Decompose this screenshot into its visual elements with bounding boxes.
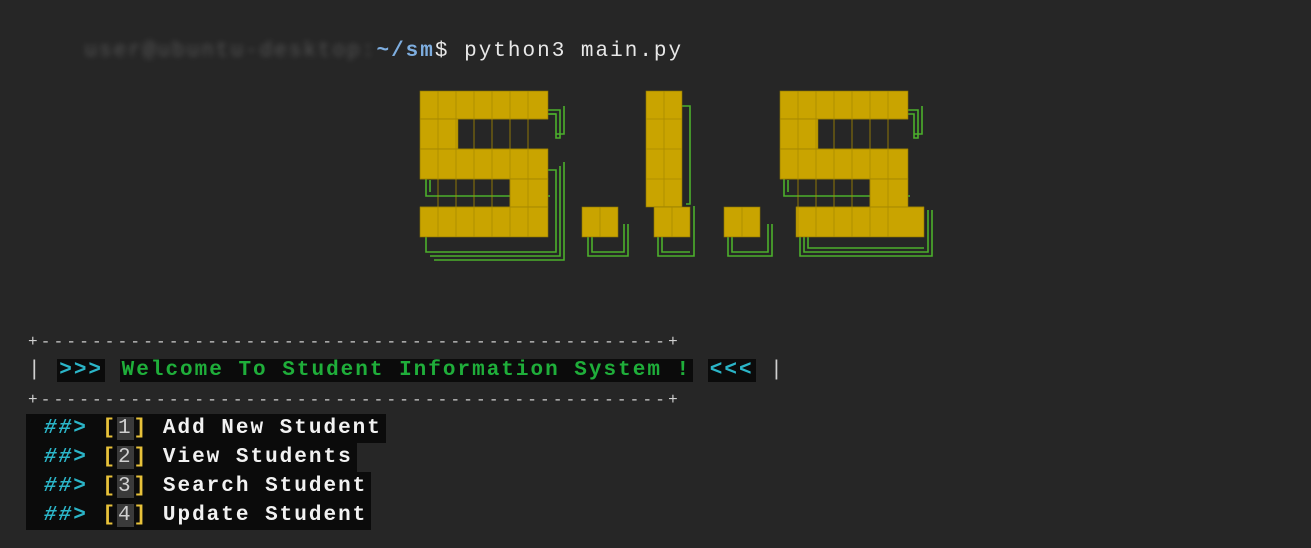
menu-number: 2 — [117, 446, 134, 469]
menu-label: Add New Student — [162, 417, 382, 440]
prompt-host: user@ubuntu-desktop: — [84, 40, 377, 63]
menu-number: 4 — [117, 504, 134, 527]
menu-prefix-icon: ##> — [44, 475, 88, 498]
bracket-close: ] — [133, 446, 149, 469]
banner-pipe-left: | — [28, 359, 43, 382]
bracket-open: [ — [102, 504, 118, 527]
menu-item-search-student[interactable]: ##> [3] Search Student — [26, 472, 372, 501]
menu-prefix-icon: ##> — [44, 504, 88, 527]
sis-logo — [419, 90, 933, 261]
menu-label: View Students — [162, 446, 353, 469]
menu-item-add-new-student[interactable]: ##> [1] Add New Student — [26, 414, 386, 443]
arrow-right-icon: <<< — [707, 359, 756, 382]
command-prompt-line: user@ubuntu-desktop:~/sm$ python3 main.p… — [26, 8, 683, 95]
menu-label: Search Student — [162, 475, 368, 498]
menu-prefix-icon: ##> — [44, 417, 88, 440]
menu-item-view-students[interactable]: ##> [2] View Students — [26, 443, 357, 472]
bracket-open: [ — [102, 417, 118, 440]
prompt-path: ~/sm — [376, 40, 435, 63]
bracket-open: [ — [102, 475, 118, 498]
menu-number: 3 — [117, 475, 134, 498]
menu-number: 1 — [117, 417, 134, 440]
bracket-close: ] — [133, 504, 149, 527]
banner-pipe-right: | — [770, 359, 785, 382]
command-text: python3 main.py — [449, 40, 684, 63]
terminal-window[interactable]: user@ubuntu-desktop:~/sm$ python3 main.p… — [0, 0, 1311, 548]
menu-label: Update Student — [162, 504, 368, 527]
prompt-symbol: $ — [434, 40, 450, 63]
menu-item-update-student[interactable]: ##> [4] Update Student — [26, 501, 372, 530]
bracket-open: [ — [102, 446, 118, 469]
welcome-message: Welcome To Student Information System ! — [119, 359, 694, 382]
bracket-close: ] — [133, 417, 149, 440]
menu-prefix-icon: ##> — [44, 446, 88, 469]
banner-border-top: +---------------------------------------… — [28, 333, 681, 351]
welcome-banner: | >>> Welcome To Student Information Sys… — [28, 356, 785, 385]
bracket-close: ] — [133, 475, 149, 498]
banner-border-bottom: +---------------------------------------… — [28, 391, 681, 409]
arrow-left-icon: >>> — [57, 359, 106, 382]
